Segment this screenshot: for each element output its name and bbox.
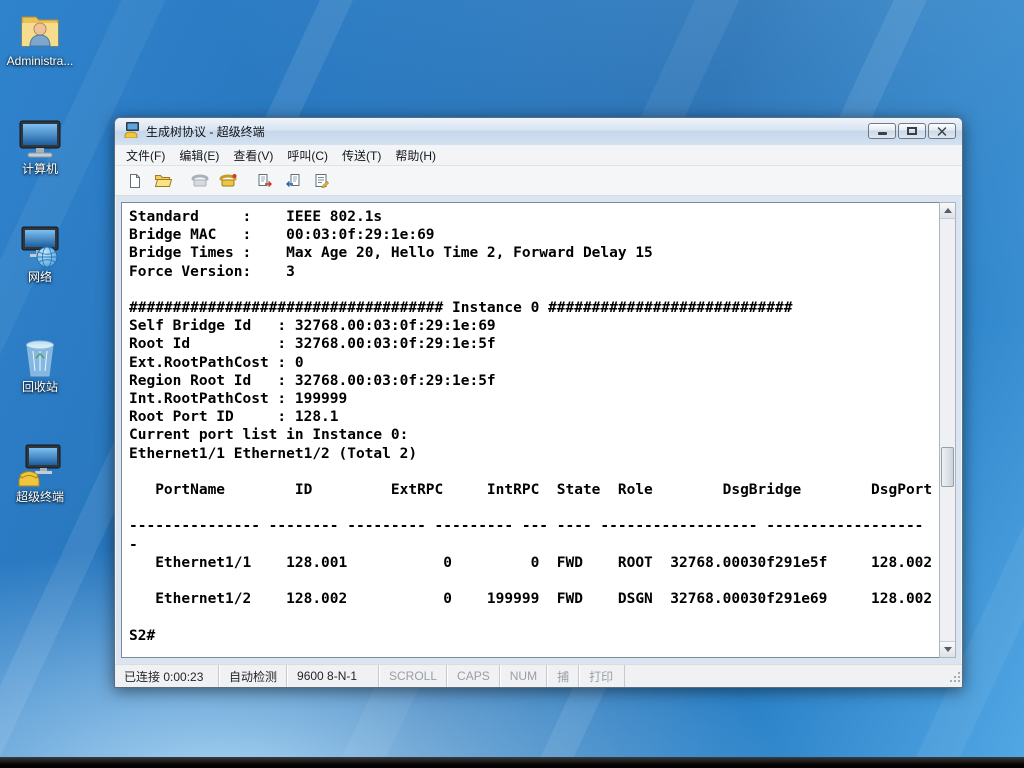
terminal-client-area: Standard : IEEE 802.1s Bridge MAC : 00:0… <box>115 196 962 664</box>
scrollbar-track[interactable] <box>940 219 955 641</box>
terminal-screen[interactable]: Standard : IEEE 802.1s Bridge MAC : 00:0… <box>121 202 939 658</box>
receive-icon <box>286 174 300 187</box>
status-caps-lock: CAPS <box>447 665 500 687</box>
hangup-button[interactable] <box>215 169 241 193</box>
scroll-up-button[interactable] <box>940 203 955 219</box>
network-globe-icon <box>17 224 63 268</box>
desktop-icon-hyperterminal[interactable]: 超级终端 <box>4 444 76 504</box>
menu-file[interactable]: 文件(F) <box>119 144 172 167</box>
desktop-icon-label: 计算机 <box>21 162 58 176</box>
toolbar <box>115 166 962 196</box>
scrollbar-thumb[interactable] <box>941 446 954 487</box>
caption-buttons <box>868 123 956 139</box>
window-title: 生成树协议 - 超级终端 <box>146 125 265 139</box>
hangup-icon <box>219 174 237 187</box>
desktop-icon-label: 回收站 <box>21 380 58 394</box>
open-button[interactable] <box>150 169 176 193</box>
status-scroll-lock: SCROLL <box>379 665 448 687</box>
minimize-button[interactable] <box>868 123 896 139</box>
taskbar[interactable] <box>0 757 1024 768</box>
menubar: 文件(F) 编辑(E) 查看(V) 呼叫(C) 传送(T) 帮助(H) <box>115 145 962 166</box>
open-icon <box>154 175 172 187</box>
menu-transfer[interactable]: 传送(T) <box>335 144 388 167</box>
maximize-button[interactable] <box>898 123 926 139</box>
send-icon <box>258 174 272 187</box>
maximize-icon <box>907 127 917 135</box>
vertical-scrollbar[interactable] <box>939 202 956 658</box>
hyperterminal-app-icon <box>124 122 140 141</box>
resize-grip[interactable] <box>948 670 961 686</box>
status-autodetect: 自动检测 <box>219 665 288 687</box>
terminal-output: Standard : IEEE 802.1s Bridge MAC : 00:0… <box>129 209 933 644</box>
status-capture: 捕 <box>547 665 580 687</box>
arrow-down-icon <box>943 647 952 652</box>
menu-edit[interactable]: 编辑(E) <box>172 144 226 167</box>
new-connection-button[interactable] <box>122 169 148 193</box>
menu-view[interactable]: 查看(V) <box>226 144 280 167</box>
desktop-icon-network[interactable]: 网络 <box>4 224 76 284</box>
status-connection: 已连接 0:00:23 <box>115 665 219 687</box>
computer-icon <box>17 116 63 160</box>
call-icon <box>191 174 209 187</box>
menu-call[interactable]: 呼叫(C) <box>280 144 335 167</box>
desktop-icon-label: 网络 <box>27 270 52 284</box>
desktop-icon-administrator[interactable]: Administra... <box>4 8 76 68</box>
statusbar: 已连接 0:00:23 自动检测 9600 8-N-1 SCROLL CAPS … <box>115 664 962 687</box>
close-icon <box>937 126 947 136</box>
status-num-lock: NUM <box>499 665 548 687</box>
administrator-folder-icon <box>18 8 62 52</box>
recycle-bin-icon <box>20 334 60 378</box>
call-button[interactable] <box>187 169 213 193</box>
send-button[interactable] <box>252 169 278 193</box>
desktop-icon-computer[interactable]: 计算机 <box>4 116 76 176</box>
status-print-echo: 打印 <box>579 665 626 687</box>
titlebar[interactable]: 生成树协议 - 超级终端 <box>115 118 962 145</box>
scroll-down-button[interactable] <box>940 641 955 657</box>
arrow-up-icon <box>943 208 952 213</box>
minimize-icon <box>877 132 887 135</box>
receive-button[interactable] <box>280 169 306 193</box>
status-baud: 9600 8-N-1 <box>287 665 380 687</box>
desktop-icon-recycle-bin[interactable]: 回收站 <box>4 334 76 394</box>
properties-button[interactable] <box>308 169 334 193</box>
new-icon <box>130 173 140 188</box>
desktop-icon-label: 超级终端 <box>15 490 64 504</box>
menu-help[interactable]: 帮助(H) <box>388 144 443 167</box>
properties-icon <box>315 174 329 188</box>
desktop: Administra... 计算机 网络 回收站 超级终端 生成树协议 - 超级… <box>0 0 1024 768</box>
hyperterminal-icon <box>17 444 63 488</box>
desktop-icon-label: Administra... <box>6 54 74 68</box>
hyperterminal-window: 生成树协议 - 超级终端 文件(F) 编辑(E) 查看(V) 呼叫(C) 传送(… <box>114 117 963 688</box>
close-button[interactable] <box>928 123 956 139</box>
